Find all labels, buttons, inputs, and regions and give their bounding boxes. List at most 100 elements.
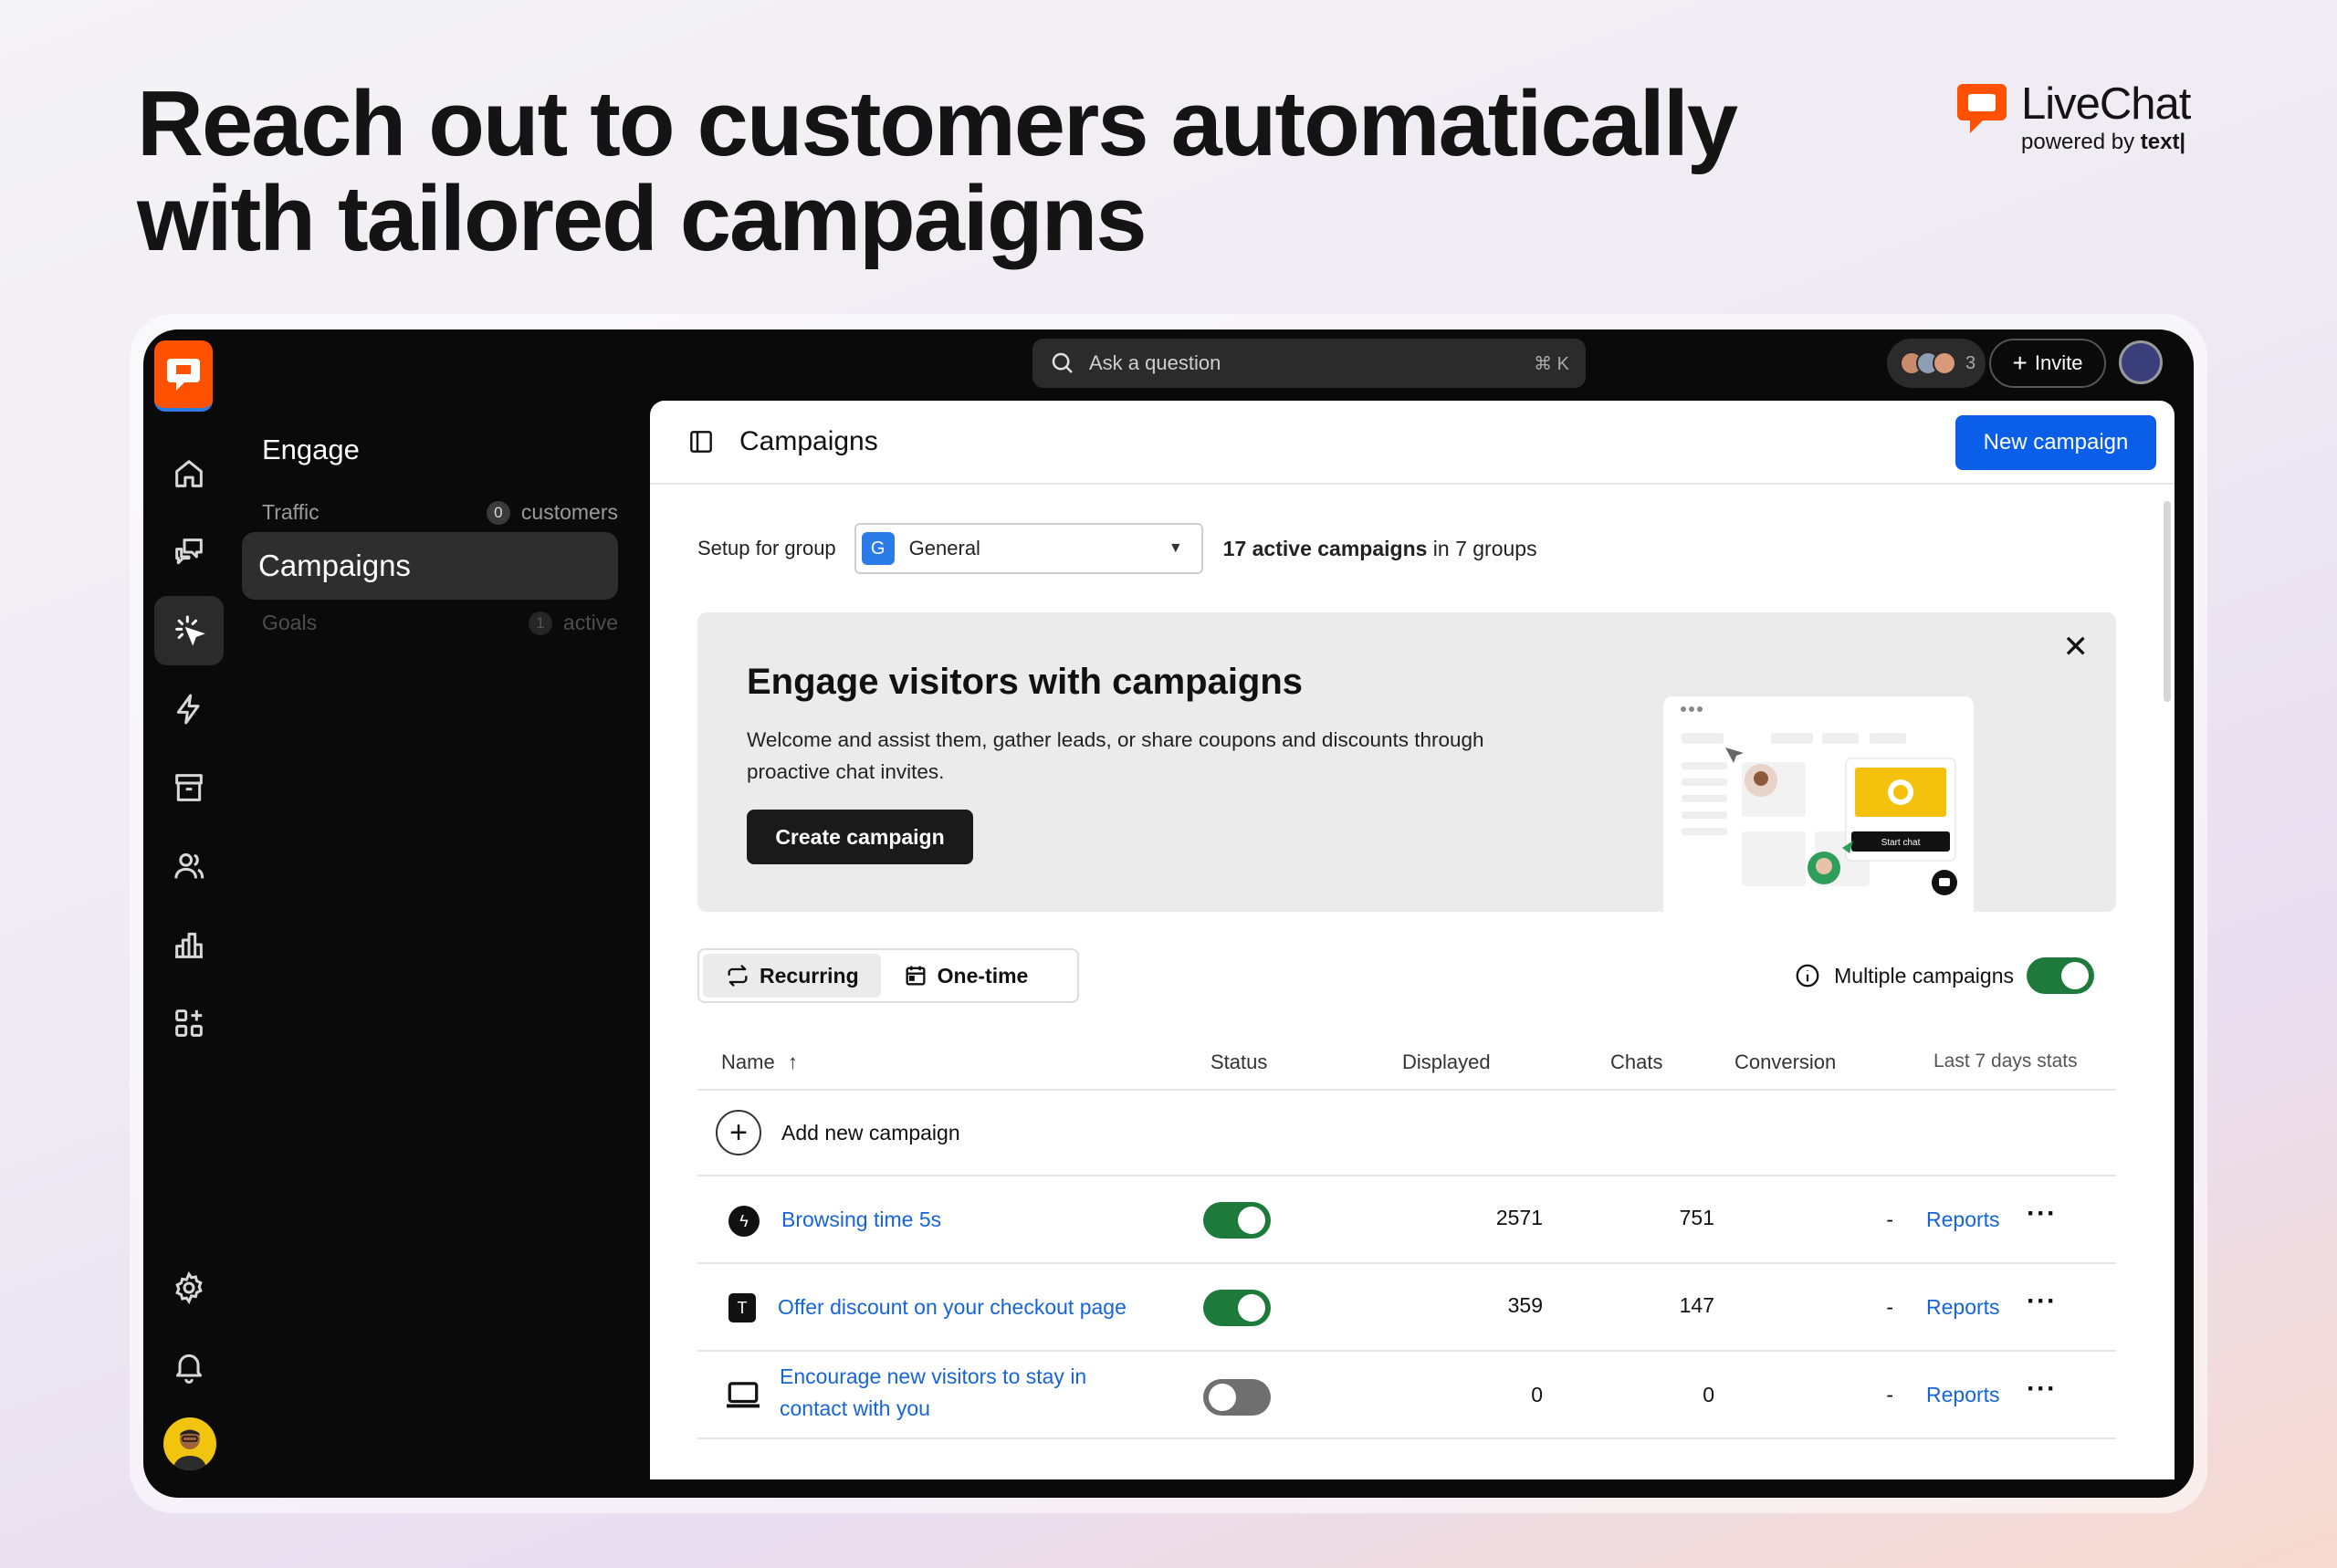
- livechat-logo: LiveChat powered by text|: [1954, 78, 2200, 161]
- count-label: customers: [520, 500, 618, 524]
- column-conversion-header: Conversion: [1734, 1051, 1837, 1073]
- subnav-item-traffic[interactable]: Traffic 0 customers: [262, 500, 618, 525]
- illustration-graphic: Start chat: [1681, 706, 1957, 895]
- tab-one-time[interactable]: One-time: [881, 954, 1051, 998]
- toggle-knob: [1238, 1294, 1265, 1322]
- app-window: Ask a question ⌘ K 3 + Invite Engage Tra…: [143, 329, 2194, 1498]
- headline-line-1: Reach out to customers automatically: [137, 73, 1738, 175]
- conversion-value: -: [1886, 1295, 1893, 1319]
- sidebar-toggle-icon[interactable]: [686, 427, 716, 456]
- chats-icon[interactable]: [154, 517, 224, 587]
- table-row[interactable]: Encourage new visitors to stay in contact…: [697, 1352, 2116, 1439]
- table-row[interactable]: T Offer discount on your checkout page 3…: [697, 1264, 2116, 1352]
- customers-icon[interactable]: [154, 831, 224, 901]
- campaign-status-toggle[interactable]: [1203, 1290, 1271, 1326]
- engage-cursor-icon[interactable]: [154, 596, 224, 665]
- count-pill: 1: [528, 611, 552, 635]
- group-badge: G: [861, 532, 895, 565]
- repeat-icon: [728, 965, 748, 987]
- settings-gear-icon[interactable]: [154, 1253, 224, 1322]
- calendar-icon: [906, 966, 926, 986]
- brand-name: LiveChat: [2021, 79, 2191, 129]
- tab-recurring[interactable]: Recurring: [703, 954, 881, 998]
- count-pill: 0: [486, 500, 510, 525]
- subnav-item-goals[interactable]: Goals 1 active: [262, 611, 618, 635]
- count-label: active: [562, 611, 618, 634]
- campaign-name-link[interactable]: Browsing time 5s: [781, 1204, 941, 1236]
- chats-value: 0: [1703, 1383, 1714, 1406]
- team-member-avatar: [1933, 351, 1956, 375]
- engage-banner: Engage visitors with campaigns Welcome a…: [697, 612, 2116, 912]
- chats-value: 751: [1679, 1206, 1714, 1229]
- new-campaign-button[interactable]: New campaign: [1955, 415, 2156, 470]
- archive-icon[interactable]: [154, 753, 224, 822]
- campaign-illustration: Start chat: [1663, 696, 1974, 912]
- subnav-item-campaigns[interactable]: Campaigns: [242, 532, 618, 600]
- powered-prefix: powered by: [2021, 130, 2141, 154]
- tab-label: Recurring: [760, 963, 859, 988]
- campaign-status-toggle[interactable]: [1203, 1379, 1271, 1416]
- start-chat-label: Start chat: [1881, 838, 1921, 848]
- engage-subnav: Engage Traffic 0 customers Campaigns Goal…: [238, 399, 651, 1498]
- sort-arrow-up-icon: ↑: [787, 1051, 798, 1073]
- invite-button[interactable]: + Invite: [1989, 339, 2106, 388]
- header-label: Name: [721, 1051, 775, 1073]
- group-select[interactable]: G General ▼: [854, 523, 1203, 574]
- app-logo-icon[interactable]: [154, 340, 213, 412]
- active-count: 17 active campaigns: [1222, 536, 1428, 560]
- active-count-groups: in 7 groups: [1427, 536, 1537, 560]
- displayed-value: 359: [1507, 1293, 1543, 1317]
- reports-link[interactable]: Reports: [1926, 1295, 2000, 1320]
- conversion-value: -: [1886, 1383, 1893, 1406]
- plus-icon: +: [716, 1110, 761, 1155]
- campaign-status-toggle[interactable]: [1203, 1202, 1271, 1239]
- home-icon[interactable]: [154, 439, 224, 508]
- multiple-campaigns-label: Multiple campaigns: [1834, 963, 2014, 988]
- panel-header: Campaigns: [650, 401, 2175, 485]
- add-new-campaign-row[interactable]: + Add new campaign: [697, 1091, 2116, 1176]
- goals-count: 1 active: [528, 611, 618, 635]
- table-header: Name ↑ Status Displayed Chats Conversion…: [697, 1030, 2116, 1091]
- column-name-header[interactable]: Name ↑: [721, 1051, 798, 1074]
- group-label: Setup for group: [697, 537, 836, 559]
- campaign-name-link[interactable]: Offer discount on your checkout page: [778, 1291, 1127, 1323]
- reports-link[interactable]: Reports: [1926, 1383, 2000, 1407]
- apps-grid-icon[interactable]: [154, 988, 224, 1058]
- user-avatar[interactable]: [163, 1417, 216, 1470]
- campaign-name-link[interactable]: Encourage new visitors to stay in contact…: [780, 1361, 1086, 1425]
- status-avatar[interactable]: [2119, 340, 2163, 384]
- group-value: General: [908, 537, 980, 559]
- more-options-icon[interactable]: ···: [2027, 1286, 2057, 1317]
- column-stats-header: Last 7 days stats: [1934, 1051, 2078, 1071]
- invite-label: Invite: [2034, 351, 2083, 374]
- scrollbar[interactable]: [2164, 501, 2171, 702]
- create-campaign-button[interactable]: Create campaign: [747, 810, 973, 864]
- toggle-knob: [2061, 962, 2089, 989]
- campaigns-panel: Campaigns New campaign Setup for group G…: [650, 401, 2175, 1479]
- notifications-bell-icon[interactable]: [154, 1332, 224, 1401]
- reports-chart-icon[interactable]: [154, 910, 224, 979]
- table-row[interactable]: ϟ Browsing time 5s 2571 751 - Reports ··…: [697, 1176, 2116, 1264]
- info-icon[interactable]: [1794, 962, 1821, 989]
- automation-bolt-icon[interactable]: [154, 674, 224, 744]
- team-avatars[interactable]: 3: [1887, 339, 1986, 388]
- subnav-title: Engage: [262, 434, 360, 465]
- headline-line-2: with tailored campaigns: [137, 168, 1148, 270]
- toggle-knob: [1238, 1207, 1265, 1234]
- traffic-count: 0 customers: [486, 500, 618, 525]
- campaign-type-tabs: Recurring One-time: [697, 948, 1079, 1003]
- group-setup-row: Setup for group G General ▼ 17 active ca…: [697, 523, 1537, 574]
- ask-question-search[interactable]: Ask a question ⌘ K: [1032, 339, 1586, 388]
- close-icon[interactable]: ✕: [2063, 629, 2090, 665]
- column-chats-header: Chats: [1610, 1051, 1663, 1073]
- name-line-1: Encourage new visitors to stay in: [780, 1364, 1087, 1388]
- column-displayed-header: Displayed: [1402, 1051, 1491, 1073]
- bolt-icon: ϟ: [728, 1206, 760, 1237]
- multiple-campaigns-toggle[interactable]: [2027, 957, 2094, 994]
- chevron-down-icon: ▼: [1168, 540, 1183, 556]
- chat-bubble-logo-icon: [1957, 84, 2007, 133]
- reports-link[interactable]: Reports: [1926, 1207, 2000, 1232]
- laptop-icon: [727, 1382, 760, 1408]
- more-options-icon[interactable]: ···: [2027, 1374, 2057, 1405]
- more-options-icon[interactable]: ···: [2027, 1198, 2057, 1229]
